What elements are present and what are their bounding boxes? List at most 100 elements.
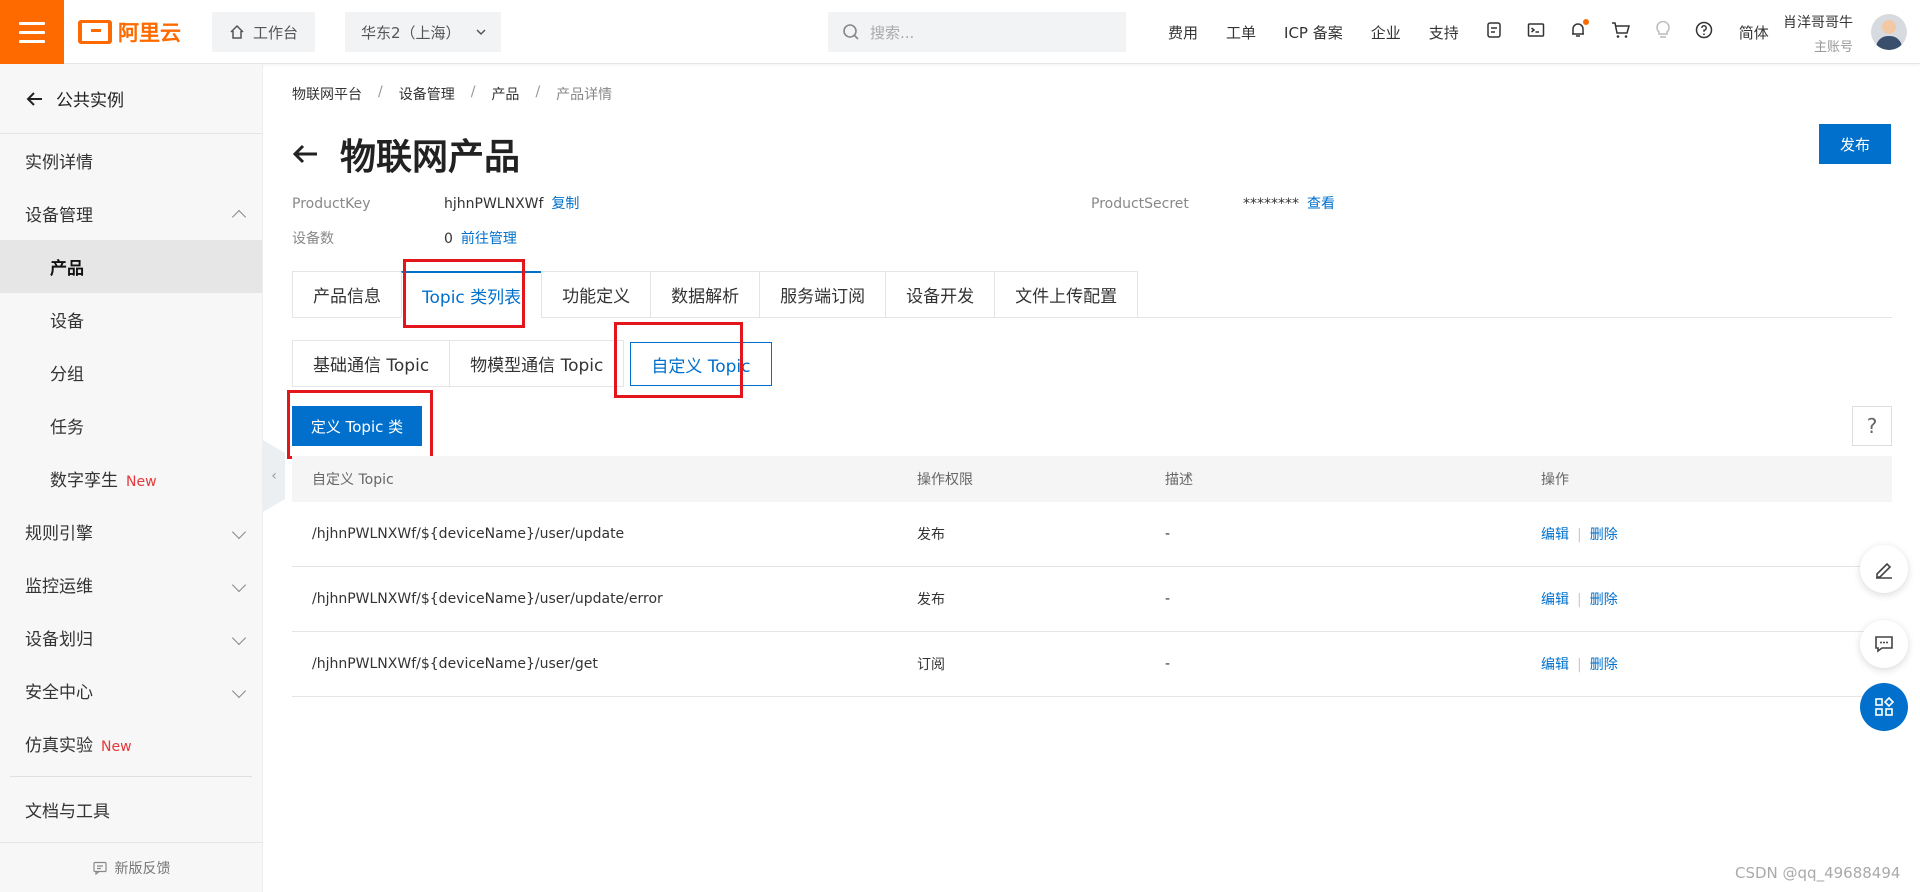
- product-key-value: hjhnPWLNXWf: [444, 196, 544, 212]
- breadcrumb-device-mgmt[interactable]: 设备管理: [399, 84, 455, 104]
- sidebar-item-instance-detail[interactable]: 实例详情: [0, 134, 262, 187]
- topic-path: /hjhnPWLNXWf/${deviceName}/user/update: [312, 526, 625, 542]
- copy-link[interactable]: 复制: [551, 196, 579, 212]
- tab-product-info[interactable]: 产品信息: [292, 271, 401, 318]
- region-label: 华东2（上海）: [361, 23, 461, 42]
- table-header: 自定义 Topic 操作权限 描述 操作: [292, 456, 1892, 502]
- breadcrumb-product[interactable]: 产品: [491, 84, 519, 104]
- home-icon: [230, 24, 244, 39]
- delete-link[interactable]: 删除: [1590, 527, 1618, 543]
- sidebar-item-label: 设备管理: [25, 206, 93, 226]
- sidebar-item-digital-twin[interactable]: 数字孪生 New: [0, 452, 262, 505]
- nav-support[interactable]: 支持: [1415, 22, 1473, 43]
- workspace-button[interactable]: 工作台: [212, 12, 315, 52]
- feedback-button[interactable]: 新版反馈: [0, 842, 263, 892]
- feedback-label: 新版反馈: [114, 860, 171, 877]
- edit-link[interactable]: 编辑: [1541, 657, 1569, 673]
- sidebar-item-product[interactable]: 产品: [0, 240, 262, 293]
- row-actions: 编辑 | 删除: [1541, 527, 1618, 543]
- tab-server-subscription[interactable]: 服务端订阅: [759, 271, 886, 318]
- subtab-basic-topic[interactable]: 基础通信 Topic: [292, 340, 450, 387]
- tab-data-parsing[interactable]: 数据解析: [650, 271, 760, 318]
- user-name: 肖洋哥哥牛: [1783, 15, 1853, 31]
- aliyun-logo-icon: [78, 20, 112, 44]
- sidebar-item-label: 数字孪生: [50, 471, 118, 491]
- user-role: 主账号: [1813, 40, 1853, 55]
- app-icon[interactable]: [1473, 21, 1515, 44]
- language-switch[interactable]: 简体: [1725, 22, 1783, 43]
- sidebar-item-label: 仿真实验: [25, 736, 93, 756]
- page-title-text: 物联网产品: [340, 137, 521, 178]
- bell-icon[interactable]: [1557, 18, 1599, 44]
- publish-button[interactable]: 发布: [1819, 124, 1891, 164]
- device-count-row: 设备数 0 前往管理: [292, 228, 517, 248]
- sidebar-item-device[interactable]: 设备: [0, 293, 262, 346]
- sidebar-item-label: 安全中心: [25, 683, 93, 703]
- apps-float-button[interactable]: [1860, 683, 1908, 731]
- topic-description: -: [1165, 656, 1171, 672]
- search-icon: [843, 24, 859, 40]
- nav-fees[interactable]: 费用: [1154, 22, 1212, 43]
- sidebar-item-task[interactable]: 任务: [0, 399, 262, 452]
- sidebar-item-label: 规则引擎: [25, 524, 93, 544]
- sidebar-collapse-handle[interactable]: ‹: [263, 440, 285, 512]
- sidebar-item-docs-tools[interactable]: 文档与工具: [0, 783, 262, 836]
- tab-device-development[interactable]: 设备开发: [885, 271, 995, 318]
- region-select[interactable]: 华东2（上海）: [345, 12, 501, 52]
- chevron-down-icon: [476, 29, 486, 36]
- user-info[interactable]: 肖洋哥哥牛 主账号: [1783, 12, 1853, 55]
- col-description: 描述: [1165, 472, 1193, 488]
- topic-table: 自定义 Topic 操作权限 描述 操作 /hjhnPWLNXWf/${devi…: [292, 456, 1892, 697]
- sidebar-item-simulation[interactable]: 仿真实验 New: [0, 717, 262, 770]
- topic-permission: 发布: [917, 592, 945, 608]
- sidebar-item-label: 监控运维: [25, 577, 93, 597]
- edit-link[interactable]: 编辑: [1541, 527, 1569, 543]
- sidebar-back-button[interactable]: 公共实例: [0, 64, 262, 134]
- topic-permission: 订阅: [917, 657, 945, 673]
- chevron-down-icon: [231, 630, 247, 645]
- delete-link[interactable]: 删除: [1590, 657, 1618, 673]
- sidebar-item-security-center[interactable]: 安全中心: [0, 664, 262, 717]
- tab-function-definition[interactable]: 功能定义: [541, 271, 651, 318]
- nav-tickets[interactable]: 工单: [1212, 22, 1270, 43]
- tab-file-upload-config[interactable]: 文件上传配置: [994, 271, 1139, 318]
- row-actions: 编辑 | 删除: [1541, 592, 1618, 608]
- manage-link[interactable]: 前往管理: [461, 231, 517, 247]
- sidebar-item-monitoring[interactable]: 监控运维: [0, 558, 262, 611]
- edit-float-button[interactable]: [1860, 545, 1908, 593]
- chat-float-button[interactable]: [1860, 620, 1908, 668]
- help-button[interactable]: ?: [1852, 406, 1892, 446]
- sidebar-item-device-assign[interactable]: 设备划归: [0, 611, 262, 664]
- sidebar-item-label: 设备: [50, 312, 84, 332]
- nav-enterprise[interactable]: 企业: [1357, 22, 1415, 43]
- product-tabs: 产品信息 Topic 类列表 功能定义 数据解析 服务端订阅 设备开发 文件上传…: [292, 271, 1892, 318]
- chevron-down-icon: [231, 577, 247, 592]
- sidebar-item-device-management[interactable]: 设备管理: [0, 187, 262, 240]
- subtab-thing-model-topic[interactable]: 物模型通信 Topic: [449, 340, 625, 387]
- menu-icon[interactable]: [0, 0, 64, 64]
- aliyun-logo[interactable]: 阿里云: [78, 17, 181, 47]
- highlight-box-define-button: [287, 390, 433, 459]
- bulb-icon[interactable]: [1643, 20, 1683, 44]
- top-bar: 阿里云 工作台 华东2（上海） 搜索... 费用 工单 ICP 备案 企业 支持…: [0, 0, 1920, 64]
- view-secret-link[interactable]: 查看: [1307, 196, 1335, 212]
- notification-dot: [1582, 18, 1589, 25]
- col-actions: 操作: [1541, 472, 1569, 488]
- cart-icon[interactable]: [1599, 21, 1643, 44]
- sidebar-item-group[interactable]: 分组: [0, 346, 262, 399]
- edit-link[interactable]: 编辑: [1541, 592, 1569, 608]
- pencil-icon: [1876, 562, 1892, 579]
- breadcrumb: 物联网平台 / 设备管理 / 产品 / 产品详情: [292, 84, 613, 104]
- search-input[interactable]: 搜索...: [828, 12, 1126, 52]
- nav-icp[interactable]: ICP 备案: [1270, 22, 1357, 43]
- product-key-label: ProductKey: [292, 196, 371, 212]
- terminal-icon[interactable]: [1515, 21, 1557, 44]
- apps-grid-icon: [1875, 696, 1895, 716]
- breadcrumb-iot[interactable]: 物联网平台: [292, 84, 362, 104]
- sidebar-item-rules-engine[interactable]: 规则引擎: [0, 505, 262, 558]
- back-arrow-icon[interactable]: [292, 143, 320, 165]
- avatar[interactable]: [1871, 14, 1907, 50]
- delete-link[interactable]: 删除: [1590, 592, 1618, 608]
- help-circle-icon[interactable]: [1683, 21, 1725, 44]
- topic-path: /hjhnPWLNXWf/${deviceName}/user/update/e…: [312, 591, 663, 607]
